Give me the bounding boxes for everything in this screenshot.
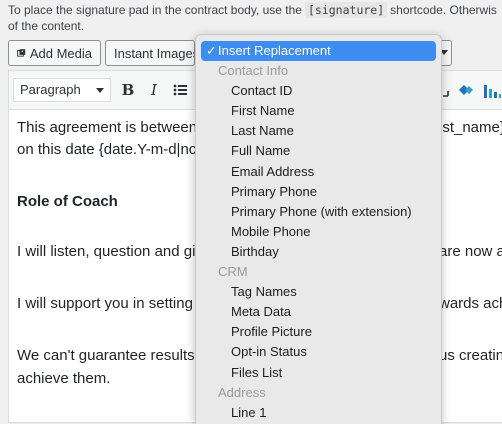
add-media-button[interactable]: Add Media bbox=[8, 40, 101, 66]
paragraph-support: I will support you in setting bbox=[17, 295, 193, 312]
hint-text-before: To place the signature pad in the contra… bbox=[8, 3, 302, 17]
bullet-list-button[interactable] bbox=[169, 79, 191, 101]
add-media-label: Add Media bbox=[29, 45, 92, 61]
signature-shortcode: [signature] bbox=[304, 2, 388, 18]
reports-button[interactable] bbox=[481, 79, 502, 101]
dropdown-option-tag-names[interactable]: Tag Names bbox=[196, 282, 441, 302]
instant-images-button[interactable]: Instant Images bbox=[105, 40, 195, 66]
italic-button[interactable]: I bbox=[143, 79, 165, 101]
dropdown-option-primary-phone[interactable]: Primary Phone bbox=[196, 182, 441, 202]
format-select-value: Paragraph bbox=[20, 82, 81, 97]
dropdown-option-last-name[interactable]: Last Name bbox=[196, 121, 441, 141]
hint-text-line2: of the content. bbox=[8, 19, 85, 33]
dropdown-option-opt-in-status[interactable]: Opt-in Status bbox=[196, 342, 441, 362]
plugin-logo-icon bbox=[459, 85, 473, 95]
dropdown-option-line-1[interactable]: Line 1 bbox=[196, 403, 441, 423]
format-select[interactable]: Paragraph bbox=[13, 78, 111, 102]
signature-hint: To place the signature pad in the contra… bbox=[8, 2, 502, 34]
media-icon bbox=[17, 49, 26, 57]
dropdown-group-crm: CRM bbox=[218, 264, 248, 279]
paragraph-guarantee: We can't guarantee results bbox=[17, 347, 195, 364]
dropdown-option-insert-replacement[interactable]: ✓ Insert Replacement bbox=[201, 41, 436, 61]
dropdown-option-meta-data[interactable]: Meta Data bbox=[196, 302, 441, 322]
dropdown-option-birthday[interactable]: Birthday bbox=[196, 242, 441, 262]
paragraph-agreement: This agreement is between bbox=[17, 119, 198, 136]
instant-images-label: Instant Images bbox=[114, 45, 195, 61]
dropdown-option-primary-phone-with-extension[interactable]: Primary Phone (with extension) bbox=[196, 202, 441, 222]
paragraph-support-right: wards ach bbox=[439, 295, 502, 312]
chevron-down-icon bbox=[96, 88, 104, 93]
hint-text-after: shortcode. Otherwis bbox=[390, 3, 497, 17]
dropdown-group-address: Address bbox=[218, 384, 266, 400]
checkmark-icon: ✓ bbox=[206, 43, 217, 58]
plugin-button[interactable] bbox=[455, 79, 477, 101]
dropdown-option-mobile-phone[interactable]: Mobile Phone bbox=[196, 222, 441, 242]
dropdown-option-profile-picture[interactable]: Profile Picture bbox=[196, 322, 441, 342]
dropdown-option-first-name[interactable]: First Name bbox=[196, 101, 441, 121]
paragraph-guarantee-right: us creating bbox=[439, 347, 502, 364]
dropdown-option-files-list[interactable]: Files List bbox=[196, 363, 441, 383]
paragraph-listen: I will listen, question and giv bbox=[17, 243, 203, 260]
dropdown-option-full-name[interactable]: Full Name bbox=[196, 141, 441, 161]
bar-chart-icon bbox=[484, 85, 501, 98]
heading-role-of-coach: Role of Coach bbox=[17, 193, 118, 210]
insert-replacement-dropdown[interactable]: ✓ Insert Replacement Contact Info Contact… bbox=[195, 34, 442, 424]
dropdown-option-email-address[interactable]: Email Address bbox=[196, 162, 441, 182]
paragraph-agreement-line2: on this date {date.Y-m-d|nc bbox=[17, 141, 197, 158]
paragraph-listen-right: are now ar bbox=[439, 243, 502, 260]
paragraph-guarantee-line2: achieve them. bbox=[17, 370, 111, 387]
bold-button[interactable]: B bbox=[117, 79, 139, 101]
bullet-list-icon bbox=[173, 84, 187, 96]
dropdown-option-label: Insert Replacement bbox=[218, 43, 331, 58]
dropdown-group-contact-info: Contact Info bbox=[218, 63, 289, 78]
paragraph-agreement-right: ist_name} bbox=[439, 119, 502, 136]
dropdown-option-contact-id[interactable]: Contact ID bbox=[196, 81, 441, 101]
